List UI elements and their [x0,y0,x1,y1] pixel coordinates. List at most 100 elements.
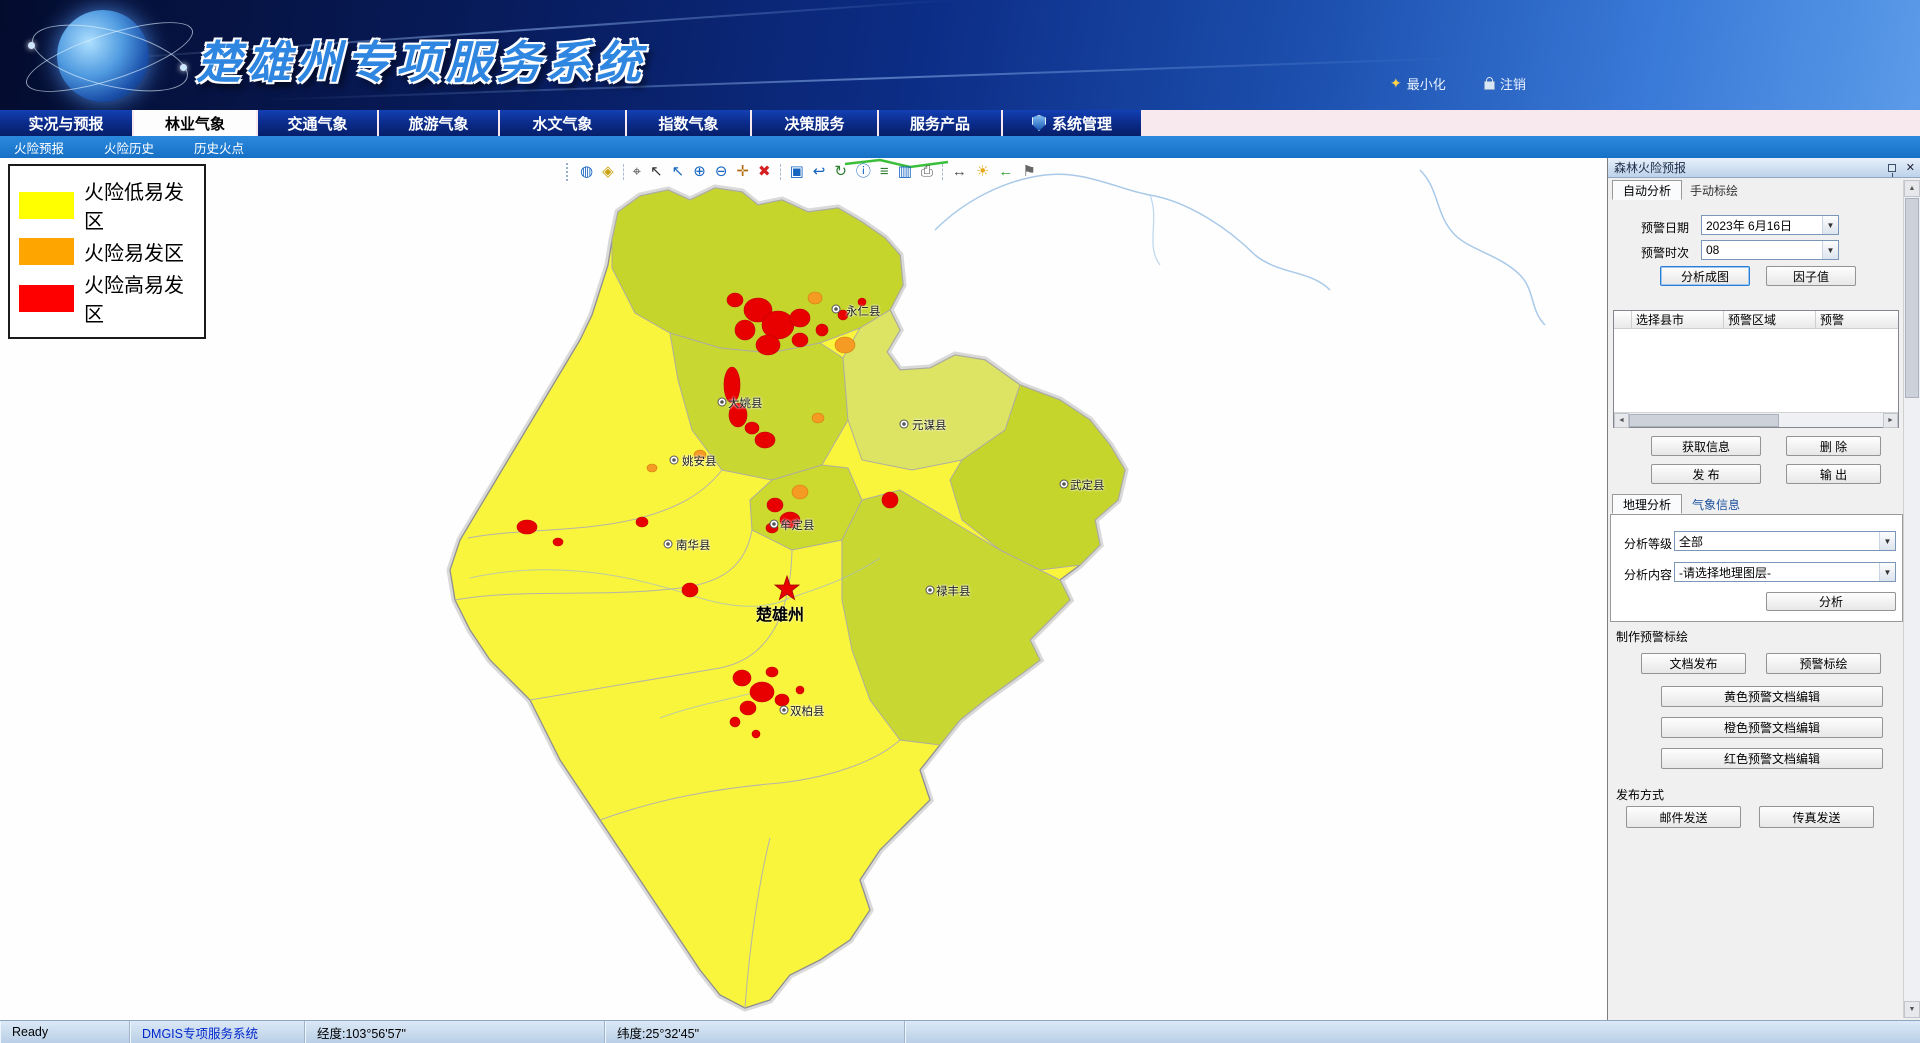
subtab-fire-risk-forecast[interactable]: 火险预报 [14,138,64,157]
analysis-content-label: 分析内容 [1624,566,1672,583]
panel-title: 森林火险预报 [1614,159,1888,176]
tab-hydrology-weather[interactable]: 水文气象 [500,110,625,136]
tab-decision-service[interactable]: 决策服务 [752,110,877,136]
subtab-fire-risk-history[interactable]: 火险历史 [104,138,154,157]
email-send-button[interactable]: 邮件发送 [1626,806,1741,828]
toolbar-drag-handle[interactable] [566,163,569,181]
output-button[interactable]: 输 出 [1786,464,1881,484]
zoom-out-icon[interactable]: ⊖ [715,162,728,182]
zoom-previous-icon[interactable]: ↩ [813,162,826,182]
status-system-name: DMGIS专项服务系统 [130,1021,305,1043]
legend-icon[interactable]: ≡ [880,162,889,182]
minimize-icon: ✦ [1390,75,1402,92]
tab-tourism-weather[interactable]: 旅游气象 [379,110,498,136]
red-warning-doc-button[interactable]: 红色预警文档编辑 [1661,748,1883,769]
panel-title-bar: 森林火险预报 ✕ [1608,158,1920,178]
toolbar-separator [623,164,624,180]
app-window: 楚雄州专项服务系统 ✦ 最小化 注销 实况与预报 林业气象 交通气象 旅游气象 … [0,0,1920,1043]
full-extent-icon[interactable]: ▣ [790,162,804,182]
scrollbar-thumb[interactable] [1905,198,1919,398]
toolbar-separator [942,164,943,180]
warn-plot-button[interactable]: 预警标绘 [1766,653,1881,674]
back-icon[interactable]: ← [998,162,1013,182]
horizontal-scrollbar[interactable]: ◄ ► [1614,412,1898,427]
app-header: 楚雄州专项服务系统 ✦ 最小化 注销 [0,0,1920,110]
county-label-dayao: 大姚县 [728,395,763,411]
doc-publish-button[interactable]: 文档发布 [1641,653,1746,674]
refresh-icon[interactable]: ↻ [834,162,847,182]
minimize-button[interactable]: ✦ 最小化 [1390,74,1446,93]
tab-live-forecast[interactable]: 实况与预报 [0,110,132,136]
fax-send-button[interactable]: 传真发送 [1759,806,1874,828]
analysis-level-combobox[interactable]: 全部 ▼ [1674,531,1896,551]
tab-service-products[interactable]: 服务产品 [879,110,1001,136]
warn-date-combobox[interactable]: 2023年 6月16日 ▼ [1701,215,1839,235]
map-canvas[interactable] [0,158,1607,1020]
distance-icon[interactable]: ↔ [952,162,967,182]
yellow-warning-doc-button[interactable]: 黄色预警文档编辑 [1661,686,1883,707]
scrollbar-thumb[interactable] [1629,414,1779,427]
tab-index-weather[interactable]: 指数气象 [627,110,750,136]
select-area-icon[interactable]: ⌖ [633,162,641,182]
legend-swatch-high [19,285,74,312]
tab-system-management[interactable]: 系统管理 [1003,110,1141,136]
legend-swatch-medium [19,238,74,265]
pin-icon[interactable] [1888,164,1896,172]
warning-list-header: 选择县市 预警区域 预警 [1614,311,1898,329]
tab-geo-analysis[interactable]: 地理分析 [1612,494,1682,514]
column-warning-area: 预警区域 [1724,311,1816,328]
tab-weather-info[interactable]: 气象信息 [1682,494,1750,514]
column-select-county: 选择县市 [1632,311,1724,328]
analysis-level-label: 分析等级 [1624,535,1672,552]
status-filler [905,1021,1920,1043]
scroll-right-icon[interactable]: ► [1883,413,1898,428]
print-icon[interactable]: ⎙ [921,162,933,182]
logout-button[interactable]: 注销 [1484,74,1526,93]
county-label-yaoan: 姚安县 [682,453,717,469]
flag-icon[interactable]: ⚑ [1022,162,1035,182]
measure-icon[interactable]: ◈ [602,162,614,182]
tab-forestry-weather[interactable]: 林业气象 [134,110,256,136]
scroll-left-icon[interactable]: ◄ [1614,413,1629,428]
county-label-yongren: 永仁县 [846,303,881,319]
subtab-historical-fire-points[interactable]: 历史火点 [194,138,244,157]
warn-time-label: 预警时次 [1641,244,1689,261]
chart-icon[interactable]: ▥ [898,162,912,182]
bulb-icon[interactable]: ☀ [976,162,989,182]
county-label-wuding: 武定县 [1070,477,1105,493]
get-info-button[interactable]: 获取信息 [1651,436,1761,456]
toolbar-separator [780,164,781,180]
delete-button[interactable]: 删 除 [1786,436,1881,456]
river-line [1420,170,1545,325]
tab-auto-analysis[interactable]: 自动分析 [1612,180,1682,200]
orange-warning-doc-button[interactable]: 橙色预警文档编辑 [1661,717,1883,738]
vertical-scrollbar[interactable]: ▲ ▼ [1903,180,1920,1018]
factor-value-button[interactable]: 因子值 [1766,266,1856,286]
scroll-down-icon[interactable]: ▼ [1904,1001,1920,1018]
warn-time-combobox[interactable]: 08 ▼ [1701,240,1839,260]
pointer-icon[interactable]: ↖ [650,162,663,182]
clear-icon[interactable]: ✖ [758,162,771,182]
select-pointer-icon[interactable]: ↖ [672,162,685,182]
analyze-map-button[interactable]: 分析成图 [1660,266,1750,286]
county-label-mouding: 牟定县 [780,517,815,533]
globe-icon[interactable]: ◍ [580,162,593,182]
analysis-content-combobox[interactable]: -请选择地理图层- ▼ [1674,562,1896,582]
analyze-button[interactable]: 分析 [1766,592,1896,611]
scroll-up-icon[interactable]: ▲ [1904,180,1920,197]
close-icon[interactable]: ✕ [1906,161,1915,174]
chevron-down-icon: ▼ [1879,532,1895,550]
zoom-in-icon[interactable]: ⊕ [693,162,706,182]
map-panel: 永仁县 大姚县 元谋县 姚安县 武定县 南华县 牟定县 禄丰县 双柏县 楚雄州 … [0,158,1607,1020]
identify-icon[interactable]: ⓘ [856,162,871,182]
pan-icon[interactable]: ✛ [736,162,749,182]
publish-button[interactable]: 发 布 [1651,464,1761,484]
county-label-nanhua: 南华县 [676,537,711,553]
tab-traffic-weather[interactable]: 交通气象 [258,110,377,136]
logo-globe-icon [22,2,202,108]
warning-list[interactable]: 选择县市 预警区域 预警 ◄ ► [1613,310,1899,428]
tab-manual-plot[interactable]: 手动标绘 [1680,180,1748,200]
county-label-shuangbai: 双柏县 [790,703,825,719]
map-toolbar: ◍ ◈ ⌖ ↖ ↖ ⊕ ⊖ ✛ ✖ ▣ ↩ ↻ ⓘ ≡ ▥ ⎙ ↔ ☀ ← ⚑ [566,161,1036,183]
legend-item: 火险易发区 [19,237,195,266]
